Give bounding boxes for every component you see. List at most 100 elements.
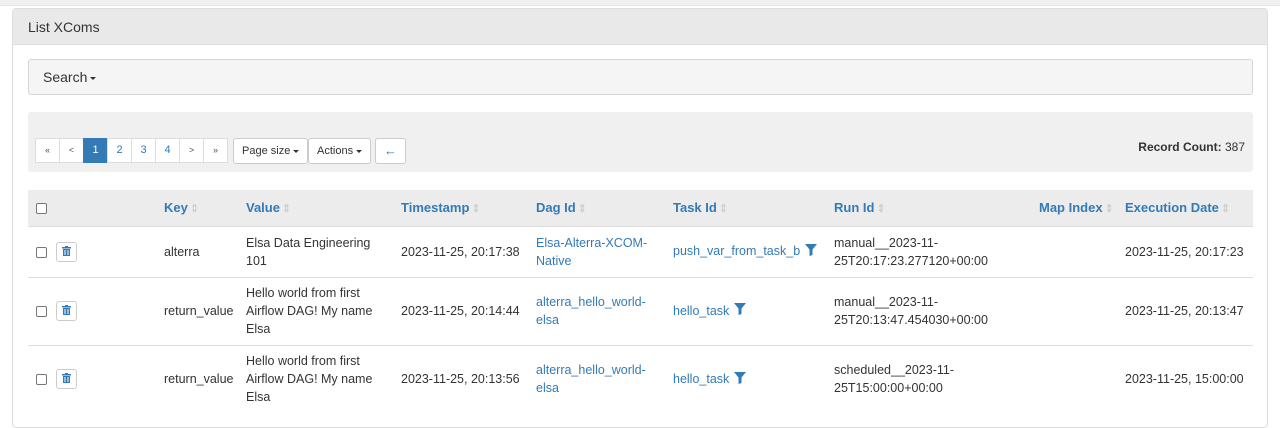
pagination: « < 1 2 3 4 > » bbox=[35, 138, 228, 163]
search-label: Search bbox=[43, 69, 88, 85]
column-label: Dag Id bbox=[536, 200, 576, 216]
page-last[interactable]: » bbox=[203, 138, 228, 163]
value-line: Elsa Data Engineering bbox=[246, 235, 371, 250]
delete-button[interactable] bbox=[56, 369, 77, 390]
cell-value: Hello world from first Airflow DAG! My na… bbox=[246, 344, 401, 413]
column-execution-date[interactable]: Execution Date ⇕ bbox=[1125, 190, 1253, 226]
trash-icon bbox=[62, 245, 71, 256]
sort-icon: ⇕ bbox=[718, 203, 729, 216]
cell-dag-id[interactable]: alterra_hello_world-elsa bbox=[536, 344, 673, 413]
actions-button[interactable]: Actions bbox=[308, 138, 372, 164]
column-label: Execution Date bbox=[1125, 200, 1219, 216]
value-line: Elsa bbox=[246, 390, 271, 405]
cell-value: Hello world from first Airflow DAG! My na… bbox=[246, 276, 401, 345]
value-line: Elsa bbox=[246, 322, 271, 336]
panel-title: List XComs bbox=[13, 9, 1267, 45]
arrow-left-icon: ← bbox=[384, 143, 397, 158]
record-count: Record Count: 387 bbox=[1138, 140, 1245, 154]
run-id-line: manual__2023-11- bbox=[834, 295, 939, 309]
cell-key: return_value bbox=[164, 344, 246, 413]
run-id-line: manual__2023-11- bbox=[834, 235, 939, 250]
cell-map-index bbox=[1039, 344, 1125, 413]
filter-icon[interactable] bbox=[805, 243, 818, 261]
column-label: Timestamp bbox=[401, 200, 470, 216]
dag-id-link[interactable]: elsa bbox=[536, 379, 673, 397]
search-toggle[interactable]: Search bbox=[28, 59, 1253, 95]
value-line: Airflow DAG! My name bbox=[246, 372, 373, 387]
dag-id-link[interactable]: Native bbox=[536, 252, 673, 270]
row-checkbox[interactable] bbox=[36, 306, 47, 318]
cell-task-id: hello_task bbox=[673, 276, 834, 345]
value-line: Hello world from first bbox=[246, 286, 360, 300]
cell-execution-date: 2023-11-25, 20:13:47 bbox=[1125, 276, 1253, 345]
back-button[interactable]: ← bbox=[375, 138, 406, 164]
page-1[interactable]: 1 bbox=[83, 138, 108, 163]
task-id-link[interactable]: push_var_from_task_b bbox=[673, 244, 800, 258]
row-checkbox[interactable] bbox=[36, 374, 47, 386]
sort-icon: ⇕ bbox=[281, 203, 292, 216]
cell-task-id: push_var_from_task_b bbox=[673, 225, 834, 277]
cell-execution-date: 2023-11-25, 20:17:23 bbox=[1125, 225, 1253, 277]
column-label: Key bbox=[164, 200, 188, 216]
page-next[interactable]: > bbox=[179, 138, 204, 163]
sort-icon: ⇕ bbox=[471, 203, 481, 216]
sort-icon: ⇕ bbox=[876, 203, 886, 216]
page-size-button[interactable]: Page size bbox=[233, 138, 309, 164]
trash-icon bbox=[62, 305, 71, 315]
cell-run-id: manual__2023-11- 25T20:13:47.454030+00:00 bbox=[834, 276, 1039, 345]
run-id-line: 25T15:00:00+00:00 bbox=[834, 381, 943, 396]
caret-down-icon bbox=[293, 149, 300, 153]
filter-icon[interactable] bbox=[734, 302, 747, 320]
page-first[interactable]: « bbox=[35, 138, 60, 163]
cell-key: alterra bbox=[164, 225, 246, 277]
select-all-checkbox[interactable] bbox=[36, 203, 47, 215]
column-value[interactable]: Value ⇕ bbox=[246, 190, 401, 226]
column-timestamp[interactable]: Timestamp ⇕ bbox=[401, 190, 536, 226]
table-row: return_value Hello world from first Airfl… bbox=[28, 276, 1253, 345]
cell-key: return_value bbox=[164, 276, 246, 345]
cell-timestamp: 2023-11-25, 20:13:56 bbox=[401, 344, 536, 413]
cell-dag-id[interactable]: Elsa-Alterra-XCOM- Native bbox=[536, 225, 673, 277]
delete-button[interactable] bbox=[56, 241, 77, 262]
value-line: Hello world from first bbox=[246, 354, 360, 369]
actions-label: Actions bbox=[317, 145, 354, 157]
run-id-line: 25T20:17:23.277120+00:00 bbox=[834, 253, 988, 268]
run-id-line: 25T20:13:47.454030+00:00 bbox=[834, 313, 988, 327]
page-3[interactable]: 3 bbox=[131, 138, 156, 163]
dag-id-link[interactable]: Elsa-Alterra-XCOM- bbox=[536, 234, 673, 252]
xcom-list-panel: List XComs Search « < 1 2 3 4 > » Page s… bbox=[12, 8, 1268, 428]
cell-task-id: hello_task bbox=[673, 344, 834, 413]
column-dag-id[interactable]: Dag Id ⇕ bbox=[536, 190, 673, 226]
cell-execution-date: 2023-11-25, 15:00:00 bbox=[1125, 344, 1253, 413]
column-label: Run Id bbox=[834, 200, 875, 216]
column-task-id[interactable]: Task Id ⇕ bbox=[673, 190, 834, 226]
page-2[interactable]: 2 bbox=[107, 138, 132, 163]
record-count-label: Record Count: bbox=[1138, 140, 1222, 154]
table-header-row: Key ⇕ Value ⇕ Timestamp ⇕ Dag Id ⇕ Task Id ⇕ … bbox=[28, 190, 1253, 226]
cell-dag-id[interactable]: alterra_hello_world-elsa bbox=[536, 276, 673, 345]
dag-id-link[interactable]: alterra_hello_world- bbox=[536, 361, 673, 379]
delete-button[interactable] bbox=[56, 301, 77, 321]
table-row: return_value Hello world from first Airfl… bbox=[28, 344, 1253, 413]
sort-icon: ⇕ bbox=[189, 203, 200, 216]
task-id-link[interactable]: hello_task bbox=[673, 304, 729, 318]
row-checkbox[interactable] bbox=[36, 246, 47, 258]
column-key[interactable]: Key ⇕ bbox=[164, 190, 246, 226]
sort-icon: ⇕ bbox=[1220, 203, 1231, 216]
filter-icon[interactable] bbox=[734, 371, 747, 389]
column-label: Task Id bbox=[673, 200, 717, 216]
column-run-id[interactable]: Run Id ⇕ bbox=[834, 190, 1039, 226]
xcom-table: Key ⇕ Value ⇕ Timestamp ⇕ Dag Id ⇕ Task Id ⇕ … bbox=[28, 190, 1253, 413]
page-prev[interactable]: < bbox=[59, 138, 84, 163]
top-border bbox=[0, 0, 1280, 6]
table-row: alterra Elsa Data Engineering 101 2023-11… bbox=[28, 225, 1253, 277]
cell-timestamp: 2023-11-25, 20:17:38 bbox=[401, 225, 536, 277]
dag-id-link[interactable]: alterra_hello_world- bbox=[536, 293, 673, 311]
task-id-link[interactable]: hello_task bbox=[673, 372, 729, 386]
sort-icon: ⇕ bbox=[1104, 203, 1114, 216]
trash-icon bbox=[62, 373, 71, 384]
caret-down-icon bbox=[90, 76, 97, 80]
dag-id-link[interactable]: elsa bbox=[536, 311, 673, 329]
column-map-index[interactable]: Map Index ⇕ bbox=[1039, 190, 1125, 226]
page-4[interactable]: 4 bbox=[155, 138, 180, 163]
